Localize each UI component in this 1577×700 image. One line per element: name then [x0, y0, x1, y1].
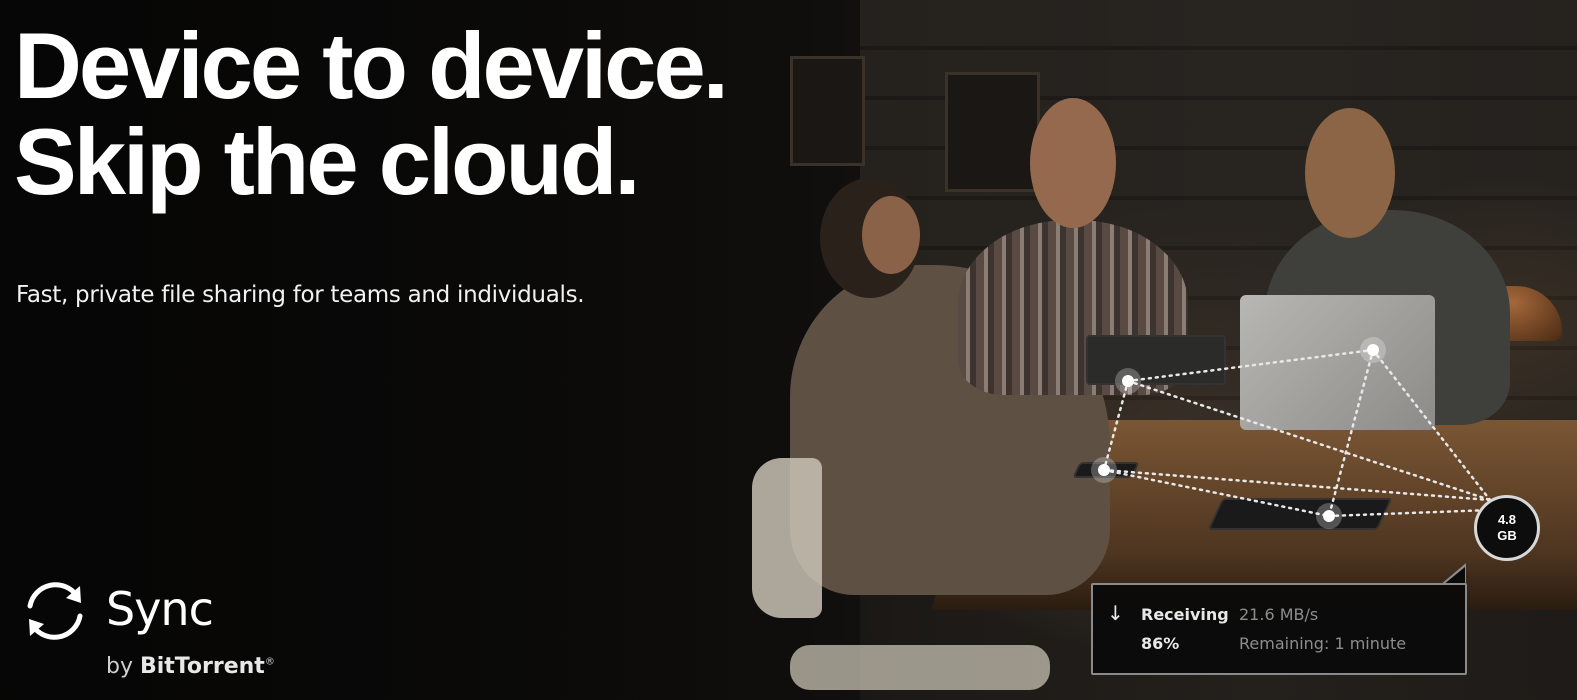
logo-brand: BitTorrent — [139, 654, 265, 679]
transfer-status-box: ↓ Receiving 21.6 MB/s 86% Remaining: 1 m… — [1091, 583, 1467, 675]
transfer-rate: 21.6 MB/s — [1239, 605, 1319, 624]
sync-arrows-icon — [27, 582, 83, 640]
network-link — [1102, 468, 1492, 502]
subheadline: Fast, private file sharing for teams and… — [16, 282, 585, 308]
headline-line-1: Device to device. — [14, 13, 729, 118]
network-link — [1371, 348, 1492, 502]
file-size-badge: 4.8 GB — [1474, 495, 1540, 561]
logo-product-name: Sync — [106, 582, 214, 636]
hero-banner: Device to device. Skip the cloud. Fast, … — [0, 0, 1577, 700]
network-link — [1102, 379, 1130, 472]
headline: Device to device. Skip the cloud. — [14, 13, 729, 214]
arrow-down-icon: ↓ — [1107, 601, 1124, 625]
sync-logo[interactable]: Sync by BitTorrent® — [20, 576, 300, 686]
network-link — [1126, 348, 1375, 383]
logo-trademark: ® — [264, 656, 275, 668]
transfer-percent: 86% — [1141, 634, 1180, 653]
logo-by-text: by — [106, 654, 133, 679]
logo-byline: by BitTorrent® — [106, 654, 275, 679]
file-size-text: 4.8 GB — [1497, 512, 1517, 543]
network-link — [1327, 508, 1492, 518]
transfer-status-label: Receiving — [1141, 605, 1229, 624]
headline-line-2: Skip the cloud. — [14, 109, 641, 214]
transfer-remaining: Remaining: 1 minute — [1239, 634, 1407, 653]
network-link — [1102, 468, 1331, 518]
network-link — [1327, 348, 1375, 518]
network-link — [1126, 379, 1492, 502]
